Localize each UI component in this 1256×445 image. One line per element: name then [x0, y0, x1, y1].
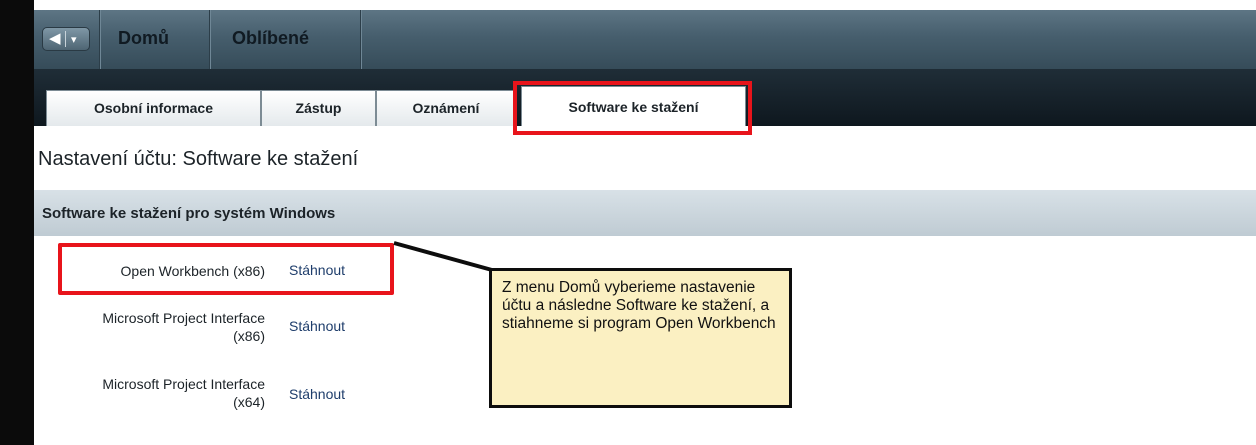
connector-line — [393, 241, 493, 272]
instruction-callout: Z menu Domů vyberieme nastavenie účtu a … — [489, 268, 792, 408]
